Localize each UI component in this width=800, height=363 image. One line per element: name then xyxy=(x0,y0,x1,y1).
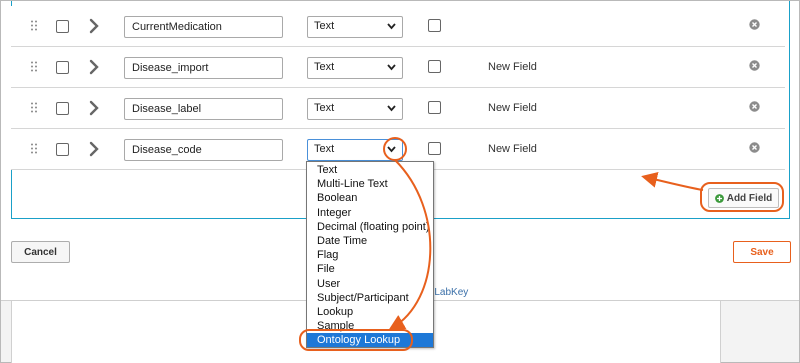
type-option[interactable]: User xyxy=(307,277,433,291)
type-option[interactable]: Decimal (floating point) xyxy=(307,220,433,234)
type-option[interactable]: Flag xyxy=(307,248,433,262)
field-name-input[interactable] xyxy=(124,57,283,79)
type-option[interactable]: Integer xyxy=(307,206,433,220)
save-button[interactable]: Save xyxy=(733,241,791,263)
field-label-text: New Field xyxy=(488,102,537,114)
field-type-select[interactable]: Text xyxy=(307,98,403,120)
field-row: Text xyxy=(11,6,785,47)
drag-handle-icon[interactable] xyxy=(30,143,38,154)
add-field-label: Add Field xyxy=(726,192,773,204)
field-row: Text New Field xyxy=(11,88,785,129)
field-label-text: New Field xyxy=(488,61,537,73)
chevron-right-icon[interactable] xyxy=(89,141,99,157)
chevron-down-icon xyxy=(387,105,396,112)
field-name-input[interactable] xyxy=(124,98,283,120)
type-option[interactable]: Boolean xyxy=(307,191,433,205)
type-option[interactable]: Lookup xyxy=(307,305,433,319)
type-option[interactable]: Sample xyxy=(307,319,433,333)
field-type-value: Text xyxy=(314,61,335,73)
type-dropdown-list: Text Multi-Line Text Boolean Integer Dec… xyxy=(306,161,434,348)
type-option[interactable]: Date Time xyxy=(307,234,433,248)
type-option[interactable]: Subject/Participant xyxy=(307,291,433,305)
type-option[interactable]: Text xyxy=(307,163,433,177)
chevron-right-icon[interactable] xyxy=(89,100,99,116)
row-select-checkbox[interactable] xyxy=(56,20,69,33)
field-row: Text New Field xyxy=(11,47,785,88)
type-option[interactable]: Multi-Line Text xyxy=(307,177,433,191)
remove-field-icon[interactable] xyxy=(749,60,760,71)
field-type-select[interactable]: Text xyxy=(307,16,403,38)
remove-field-icon[interactable] xyxy=(749,19,760,30)
add-circle-icon xyxy=(714,193,724,203)
type-option-selected[interactable]: Ontology Lookup xyxy=(307,333,433,348)
add-field-button[interactable]: Add Field xyxy=(708,188,779,208)
field-label-text: New Field xyxy=(488,143,537,155)
field-name-input[interactable] xyxy=(124,139,283,161)
chevron-down-icon xyxy=(387,146,396,153)
chevron-right-icon[interactable] xyxy=(89,59,99,75)
remove-field-icon[interactable] xyxy=(749,101,760,112)
drag-handle-icon[interactable] xyxy=(30,20,38,31)
field-type-select-open[interactable]: Text xyxy=(307,139,403,161)
required-checkbox[interactable] xyxy=(428,19,441,32)
field-type-value: Text xyxy=(314,20,335,32)
row-select-checkbox[interactable] xyxy=(56,102,69,115)
field-name-input[interactable] xyxy=(124,16,283,38)
field-type-value: Text xyxy=(314,102,335,114)
row-select-checkbox[interactable] xyxy=(56,143,69,156)
remove-field-icon[interactable] xyxy=(749,142,760,153)
required-checkbox[interactable] xyxy=(428,101,441,114)
chevron-down-icon xyxy=(387,23,396,30)
drag-handle-icon[interactable] xyxy=(30,61,38,72)
type-option[interactable]: File xyxy=(307,262,433,276)
cancel-button[interactable]: Cancel xyxy=(11,241,70,263)
chevron-down-icon xyxy=(387,64,396,71)
drag-handle-icon[interactable] xyxy=(30,102,38,113)
row-select-checkbox[interactable] xyxy=(56,61,69,74)
required-checkbox[interactable] xyxy=(428,142,441,155)
chevron-right-icon[interactable] xyxy=(89,18,99,34)
field-type-select[interactable]: Text xyxy=(307,57,403,79)
field-type-value: Text xyxy=(314,143,335,155)
required-checkbox[interactable] xyxy=(428,60,441,73)
